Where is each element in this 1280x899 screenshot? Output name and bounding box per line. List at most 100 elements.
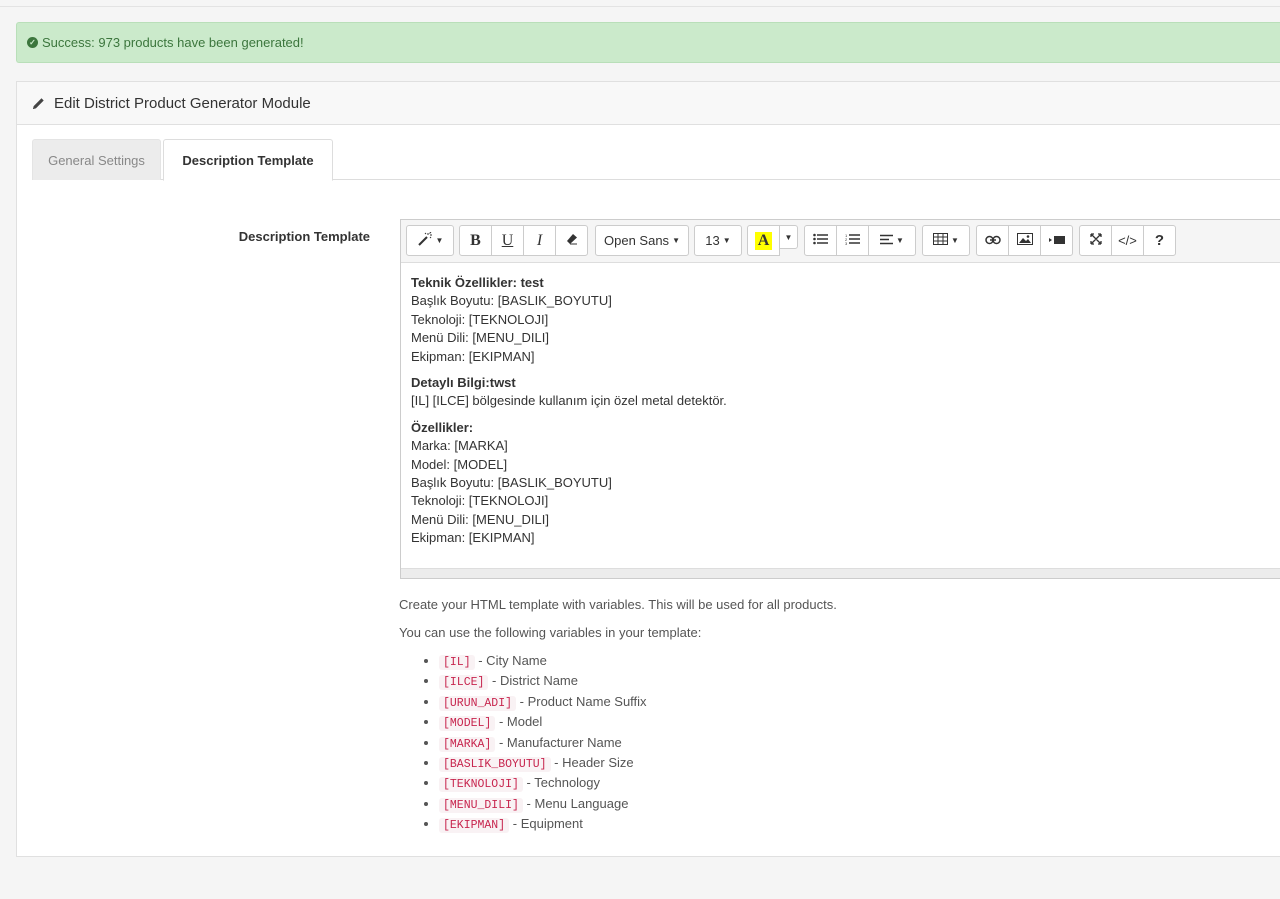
bold-button[interactable]: B — [459, 225, 492, 256]
field-label: Description Template — [238, 229, 370, 244]
fullscreen-icon — [1089, 233, 1102, 248]
magic-wand-icon — [417, 231, 433, 249]
view-group: </> ? — [1079, 225, 1176, 256]
table-dropdown[interactable]: ▼ — [922, 225, 970, 256]
clear-format-button[interactable] — [555, 225, 588, 256]
rich-text-editor: ▼ B U I Open Sans ▼ 13 ▼ A ▼ 1 2 3 ▼ ▼ <… — [400, 219, 1280, 579]
font-size-group: 13 ▼ — [694, 225, 742, 256]
video-button[interactable] — [1040, 225, 1073, 256]
eraser-icon — [566, 233, 578, 248]
editor-line: Başlık Boyutu: [BASLIK_BOYUTU] — [411, 293, 612, 309]
magic-wand-button[interactable]: ▼ — [406, 225, 454, 256]
picture-icon — [1016, 233, 1033, 248]
table-group: ▼ — [922, 225, 970, 256]
editor-content[interactable]: Teknik Özellikler: test Başlık Boyutu: [… — [401, 263, 1280, 568]
list-ol-icon: 123 — [845, 233, 860, 248]
unordered-list-button[interactable] — [804, 225, 837, 256]
editor-line: Model: [MODEL] — [411, 456, 508, 472]
question-icon: ? — [1154, 232, 1165, 249]
caret-down-icon: ▼ — [722, 236, 731, 245]
editor-line: Marka: [MARKA] — [411, 438, 508, 454]
editor-line: Menü Dili: [MENU_DILI] — [411, 511, 549, 527]
help-text: Create your HTML template with variables… — [399, 596, 837, 836]
ordered-list-button[interactable]: 123 — [836, 225, 869, 256]
editor-paragraph: Özellikler: Marka: [MARKA] Model: [MODEL… — [411, 419, 1280, 548]
variable-desc: - Menu Language — [526, 795, 629, 811]
image-button[interactable] — [1008, 225, 1041, 256]
fullscreen-button[interactable] — [1079, 225, 1112, 256]
caret-down-icon: ▼ — [951, 236, 959, 245]
variable-desc: - Technology — [526, 775, 601, 791]
editor-paragraph: Teknik Özellikler: test Başlık Boyutu: [… — [411, 274, 1280, 366]
editor-heading: Detaylı Bilgi:twst — [411, 375, 516, 391]
video-icon — [1048, 233, 1065, 248]
editor-line: Başlık Boyutu: [BASLIK_BOYUTU] — [411, 475, 612, 491]
help-line: You can use the following variables in y… — [399, 625, 702, 640]
svg-text:3: 3 — [845, 241, 848, 245]
align-dropdown[interactable]: ▼ — [868, 225, 916, 256]
font-style-group: B U I — [459, 225, 588, 256]
bold-icon: B — [470, 231, 481, 249]
module-panel: Edit District Product Generator Module G… — [16, 81, 1280, 857]
underline-icon: U — [501, 231, 514, 249]
italic-button[interactable]: I — [523, 225, 556, 256]
list-item: [TEKNOLOJI] - Technology — [439, 774, 837, 794]
code-view-button[interactable]: </> — [1111, 225, 1144, 256]
check-circle-icon: ✓ — [27, 37, 38, 48]
editor-heading: Teknik Özellikler: test — [411, 275, 544, 290]
tab-general-settings[interactable]: General Settings — [32, 139, 161, 180]
list-item: [URUN_ADI] - Product Name Suffix — [439, 693, 837, 713]
list-item: [IL] - City Name — [439, 652, 837, 672]
editor-toolbar: ▼ B U I Open Sans ▼ 13 ▼ A ▼ 1 2 3 ▼ ▼ <… — [401, 220, 1280, 263]
paragraph-group: 123 ▼ — [804, 225, 916, 256]
editor-line: Teknoloji: [TEKNOLOJI] — [411, 311, 549, 327]
success-alert: ✓ Success: 973 products have been genera… — [16, 22, 1280, 63]
variable-code: [BASLIK_BOYUTU] — [439, 757, 551, 773]
help-line: Create your HTML template with variables… — [399, 597, 837, 612]
variable-desc: - Model — [498, 714, 543, 730]
color-group: A ▼ — [747, 225, 798, 256]
caret-down-icon: ▼ — [784, 232, 793, 242]
font-family-group: Open Sans ▼ — [595, 225, 689, 256]
variable-desc: - Equipment — [512, 816, 583, 832]
underline-button[interactable]: U — [491, 225, 524, 256]
variable-code: [MODEL] — [439, 716, 496, 732]
variable-code: [IL] — [439, 655, 475, 670]
tab-description-template[interactable]: Description Template — [163, 139, 333, 181]
link-button[interactable] — [976, 225, 1009, 256]
table-icon — [933, 233, 949, 248]
list-item: [EKIPMAN] - Equipment — [439, 815, 837, 835]
font-size-value: 13 — [705, 233, 720, 248]
font-family-dropdown[interactable]: Open Sans ▼ — [595, 225, 689, 256]
highlight-color-button[interactable]: A — [747, 225, 780, 256]
editor-line: Ekipman: [EKIPMAN] — [411, 530, 535, 546]
pencil-icon — [32, 96, 48, 110]
variable-desc: - City Name — [478, 653, 547, 668]
align-left-icon — [880, 233, 894, 248]
success-message: Success: 973 products have been generate… — [42, 35, 304, 50]
link-icon — [984, 233, 1001, 248]
caret-down-icon: ▼ — [435, 236, 444, 245]
editor-resize-bar[interactable] — [401, 568, 1280, 578]
variable-desc: - Product Name Suffix — [519, 693, 647, 709]
help-button[interactable]: ? — [1143, 225, 1176, 256]
variable-desc: - District Name — [492, 673, 578, 689]
caret-down-icon: ▼ — [896, 236, 904, 245]
editor-heading: Özellikler: — [411, 419, 474, 435]
list-ul-icon — [813, 233, 828, 248]
font-size-dropdown[interactable]: 13 ▼ — [694, 225, 742, 256]
variable-code: [MARKA] — [439, 736, 496, 752]
style-group: ▼ — [406, 225, 454, 256]
variable-code: [URUN_ADI] — [439, 695, 517, 711]
editor-line: [IL] [ILCE] bölgesinde kullanım için öze… — [411, 393, 727, 409]
caret-down-icon: ▼ — [672, 236, 680, 245]
list-item: [MODEL] - Model — [439, 713, 837, 733]
list-item: [BASLIK_BOYUTU] - Header Size — [439, 754, 837, 774]
list-item: [ILCE] - District Name — [439, 672, 837, 692]
variable-code: [MENU_DILI] — [439, 797, 523, 813]
color-dropdown-button[interactable]: ▼ — [779, 225, 798, 249]
panel-title: Edit District Product Generator Module — [54, 94, 311, 112]
font-family-value: Open Sans — [604, 233, 670, 248]
variable-code: [TEKNOLOJI] — [439, 777, 523, 793]
variable-list: [IL] - City Name [ILCE] - District Name … — [399, 652, 837, 836]
